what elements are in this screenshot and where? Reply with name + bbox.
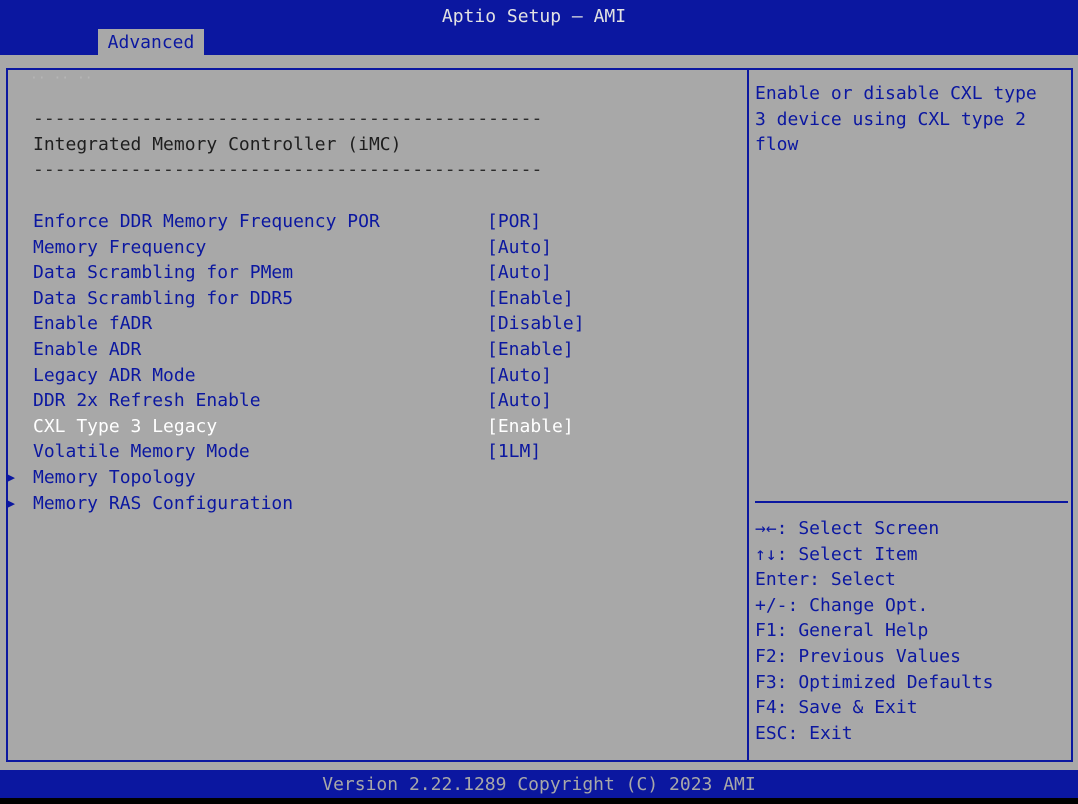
setting-cxl-type3-legacy[interactable]: CXL Type 3 Legacy [Enable] (33, 414, 593, 440)
setting-data-scrambling-ddr5[interactable]: Data Scrambling for DDR5 [Enable] (33, 286, 593, 312)
help-line: flow (755, 134, 799, 156)
key-hint-select-item: ↑↓: Select Item (755, 543, 918, 565)
setting-label: Enforce DDR Memory Frequency POR (33, 211, 380, 232)
setting-value[interactable]: [Disable] (487, 311, 585, 337)
version-text: Version 2.22.1289 Copyright (C) 2023 AMI (322, 774, 756, 795)
setting-label: Legacy ADR Mode (33, 364, 196, 386)
setting-label: Enable ADR (33, 339, 142, 360)
title-bar: Aptio Setup – AMI Advanced (0, 0, 1078, 55)
setting-value[interactable]: [Enable] (487, 414, 574, 440)
help-description: Enable or disable CXL type 3 device usin… (755, 81, 1055, 158)
key-hint-select-screen: →←: Select Screen (755, 518, 940, 539)
faded-header-label: ·· ·· ·· (30, 71, 93, 86)
key-hint-f2: F2: Previous Values (755, 645, 961, 667)
setting-enable-adr[interactable]: Enable ADR [Enable] (33, 337, 593, 363)
setting-value[interactable]: [Enable] (487, 286, 574, 312)
setting-label: Volatile Memory Mode (33, 441, 250, 463)
setting-label: CXL Type 3 Legacy (33, 415, 218, 437)
setting-label: Data Scrambling for PMem (33, 262, 294, 284)
setting-enforce-ddr-frequency-por[interactable]: Enforce DDR Memory Frequency POR [POR] (33, 209, 593, 235)
setting-memory-frequency[interactable]: Memory Frequency [Auto] (33, 235, 593, 261)
setting-ddr-2x-refresh[interactable]: DDR 2x Refresh Enable [Auto] (33, 388, 593, 414)
setting-value[interactable]: [Enable] (487, 337, 574, 363)
setting-label: Enable fADR (33, 313, 153, 335)
separator-top: ----------------------------------------… (33, 108, 543, 129)
setting-label: Data Scrambling for DDR5 (33, 287, 294, 309)
key-hint-f3: F3: Optimized Defaults (755, 671, 994, 693)
setting-value[interactable]: [POR] (487, 209, 541, 235)
help-line: 3 device using CXL type 2 (755, 108, 1026, 130)
triangle-right-icon: ▶ (6, 468, 16, 486)
submenu-memory-ras-configuration[interactable]: ▶ Memory RAS Configuration (0, 491, 560, 517)
app-title: Aptio Setup – AMI (441, 6, 627, 27)
setting-data-scrambling-pmem[interactable]: Data Scrambling for PMem [Auto] (33, 260, 593, 286)
setting-value[interactable]: [Auto] (487, 235, 552, 261)
submenu-memory-topology[interactable]: ▶ Memory Topology (0, 465, 560, 491)
submenu-label: Memory Topology (33, 467, 196, 488)
setting-value[interactable]: [1LM] (487, 439, 541, 465)
footer-bar: Version 2.22.1289 Copyright (C) 2023 AMI (0, 770, 1078, 798)
help-line: Enable or disable CXL type (755, 83, 1037, 104)
setting-label: Memory Frequency (33, 236, 207, 258)
triangle-right-icon: ▶ (6, 493, 16, 512)
setting-legacy-adr-mode[interactable]: Legacy ADR Mode [Auto] (33, 363, 593, 389)
setting-value[interactable]: [Auto] (487, 388, 552, 414)
key-hint-enter: Enter: Select (755, 569, 896, 591)
key-hint-esc: ESC: Exit (755, 722, 853, 744)
key-legend: →←: Select Screen ↑↓: Select Item Enter:… (755, 516, 1065, 746)
submenu-label: Memory RAS Configuration (33, 492, 294, 514)
separator-bottom: ----------------------------------------… (33, 159, 543, 180)
key-hint-f1: F1: General Help (755, 620, 929, 642)
setting-label: DDR 2x Refresh Enable (33, 390, 261, 412)
tab-advanced[interactable]: Advanced (98, 29, 204, 55)
help-divider (755, 501, 1068, 503)
setting-value[interactable]: [Auto] (487, 363, 552, 389)
section-title: Integrated Memory Controller (iMC) (33, 134, 402, 155)
setting-enable-fadr[interactable]: Enable fADR [Disable] (33, 311, 593, 337)
setting-volatile-memory-mode[interactable]: Volatile Memory Mode [1LM] (33, 439, 593, 465)
key-hint-f4: F4: Save & Exit (755, 697, 918, 719)
key-hint-change-opt: +/-: Change Opt. (755, 594, 929, 616)
setting-value[interactable]: [Auto] (487, 260, 552, 286)
